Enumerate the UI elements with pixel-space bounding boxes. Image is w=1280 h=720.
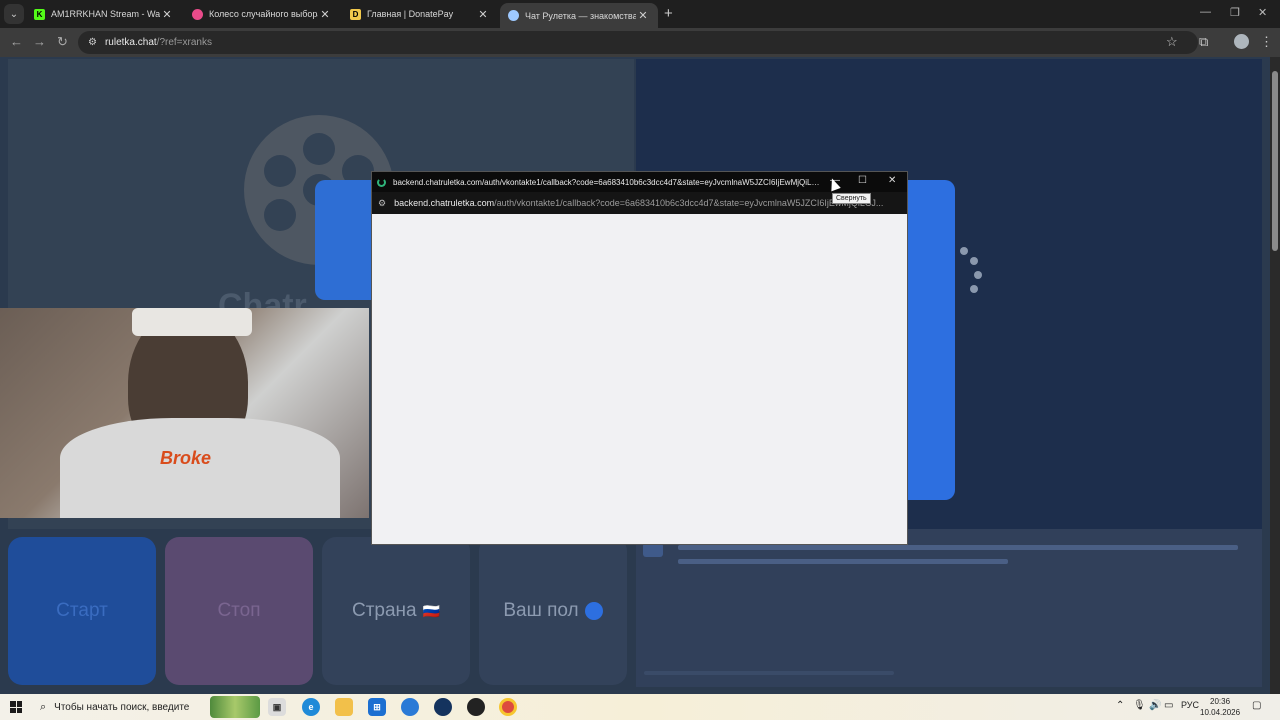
site-settings-icon[interactable]: ⚙ <box>378 198 386 209</box>
windows-start-icon[interactable] <box>10 701 22 713</box>
chat-input-placeholder[interactable] <box>644 671 894 675</box>
reload-icon[interactable]: ↻ <box>57 34 68 50</box>
tab-title: Чат Рулетка — знакомства и с <box>525 10 636 21</box>
file-explorer-icon[interactable] <box>335 698 353 716</box>
close-icon[interactable]: ✕ <box>318 8 332 21</box>
tab-chatroulette[interactable]: Чат Рулетка — знакомства и с ✕ <box>500 3 658 28</box>
close-icon[interactable]: ✕ <box>476 8 490 21</box>
search-placeholder: Чтобы начать поиск, введите <box>54 701 190 713</box>
app-icon[interactable] <box>401 698 419 716</box>
gender-icon <box>584 602 603 620</box>
country-label: Страна <box>351 600 417 621</box>
back-icon[interactable]: ← <box>10 34 23 49</box>
plus-icon: + <box>664 5 673 22</box>
menu-icon[interactable]: ⋮ <box>1260 34 1273 50</box>
donatepay-icon: D <box>350 8 361 20</box>
tab-title: AM1RRKHAN Stream - Watch L <box>51 9 160 19</box>
clock-date: 10.04.2026 <box>1200 708 1241 717</box>
tab-title: Главная | DonatePay <box>367 9 454 19</box>
popup-title-bar[interactable]: backend.chatruletka.com/auth/vkontakte1/… <box>372 172 907 192</box>
address-path: /?ref=xranks <box>156 37 212 48</box>
popup-title: backend.chatruletka.com/auth/vkontakte1/… <box>393 177 825 187</box>
gender-button[interactable]: Ваш пол <box>479 537 627 685</box>
start-label: Старт <box>56 600 108 621</box>
loading-dot <box>970 257 978 265</box>
popup-address-host: backend.chatruletka.com <box>394 198 495 208</box>
tab-search-button[interactable]: ⌄ <box>4 4 24 24</box>
close-window-icon[interactable]: ✕ <box>1258 6 1267 19</box>
steam-icon[interactable] <box>434 698 452 716</box>
stop-label: Стоп <box>217 600 261 621</box>
browser-toolbar: ← → ↻ ⚙ ruletka.chat /?ref=xranks ☆ ⧉ ⋮ <box>0 28 1280 57</box>
loading-dot <box>960 247 968 255</box>
microphone-icon[interactable]: 🎙 <box>1133 700 1146 711</box>
tab-kick[interactable]: K AM1RRKHAN Stream - Watch L ✕ <box>26 3 182 25</box>
profile-avatar[interactable] <box>1234 34 1249 49</box>
search-highlight-image <box>210 696 260 718</box>
clock-time: 20:36 <box>1210 697 1231 706</box>
extensions-icon[interactable]: ⧉ <box>1199 34 1208 50</box>
close-icon[interactable]: ✕ <box>636 9 650 22</box>
address-host: ruletka.chat <box>104 37 157 48</box>
tray-overflow-icon[interactable]: ⌃ <box>1116 700 1124 711</box>
russia-flag-icon: 🇷🇺 <box>422 602 441 619</box>
loading-spinner-icon <box>377 177 386 187</box>
tab-wheel[interactable]: Колесо случайного выбора – ✕ <box>184 3 340 25</box>
new-tab-button[interactable]: + <box>664 5 673 22</box>
chevron-down-icon: ⌄ <box>9 8 19 20</box>
chatroulette-icon <box>508 10 519 21</box>
network-icon[interactable]: ▭ <box>1164 700 1173 711</box>
gender-label: Ваш пол <box>503 600 579 621</box>
wheel-icon <box>192 8 203 20</box>
tab-strip: ⌄ K AM1RRKHAN Stream - Watch L ✕ Колесо … <box>0 0 1280 28</box>
chat-area <box>636 529 1262 687</box>
maximize-icon[interactable]: ☐ <box>858 175 867 186</box>
site-settings-icon[interactable]: ⚙ <box>88 37 97 48</box>
task-view-icon[interactable]: ▣ <box>268 698 286 716</box>
start-button[interactable]: Старт <box>8 537 156 685</box>
tab-title: Колесо случайного выбора – <box>209 9 318 19</box>
search-icon: ⌕ <box>40 700 47 713</box>
popup-address-path: /auth/vkontakte1/callback?code=6a683410b… <box>494 198 884 208</box>
bookmark-star-icon[interactable]: ☆ <box>1166 34 1178 50</box>
restore-icon[interactable]: ❐ <box>1230 6 1240 19</box>
forward-icon[interactable]: → <box>33 34 46 49</box>
minimize-tooltip: Свернуть <box>832 193 871 204</box>
webcam-video: Broke <box>0 308 369 518</box>
country-button[interactable]: Страна 🇷🇺 <box>322 537 470 685</box>
modal-card-right-edge <box>905 180 955 500</box>
stop-button[interactable]: Стоп <box>165 537 313 685</box>
address-bar[interactable]: ⚙ ruletka.chat /?ref=xranks <box>78 31 1198 54</box>
system-clock[interactable]: 20:36 10.04.2026 <box>1200 696 1240 718</box>
speaker-icon[interactable]: 🔊 <box>1149 700 1161 711</box>
loading-dot <box>970 285 978 293</box>
store-icon[interactable]: ⊞ <box>368 698 386 716</box>
chrome-icon[interactable] <box>499 698 517 716</box>
close-icon[interactable]: ✕ <box>160 8 174 21</box>
minimize-icon[interactable]: — <box>1200 6 1211 18</box>
info-icon <box>643 543 663 557</box>
close-icon[interactable]: ✕ <box>888 175 896 186</box>
notifications-icon[interactable]: ▢ <box>1252 700 1261 711</box>
obs-icon[interactable] <box>467 698 485 716</box>
popup-address-bar[interactable]: ⚙ backend.chatruletka.com /auth/vkontakt… <box>372 192 907 214</box>
scrollbar-thumb[interactable] <box>1272 71 1278 251</box>
page-scrollbar[interactable] <box>1270 57 1280 694</box>
auth-popup-window: backend.chatruletka.com/auth/vkontakte1/… <box>371 171 908 545</box>
language-indicator[interactable]: РУС <box>1181 700 1199 710</box>
chat-notice-line <box>678 545 1238 550</box>
popup-content <box>372 214 907 544</box>
loading-dot <box>974 271 982 279</box>
chat-notice-line <box>678 559 1008 564</box>
edge-icon[interactable]: e <box>302 698 320 716</box>
kick-icon: K <box>34 8 45 20</box>
tab-donatepay[interactable]: D Главная | DonatePay ✕ <box>342 3 498 25</box>
windows-taskbar: ⌕ Чтобы начать поиск, введите ▣ e ⊞ ⌃ 🎙 … <box>0 694 1280 720</box>
